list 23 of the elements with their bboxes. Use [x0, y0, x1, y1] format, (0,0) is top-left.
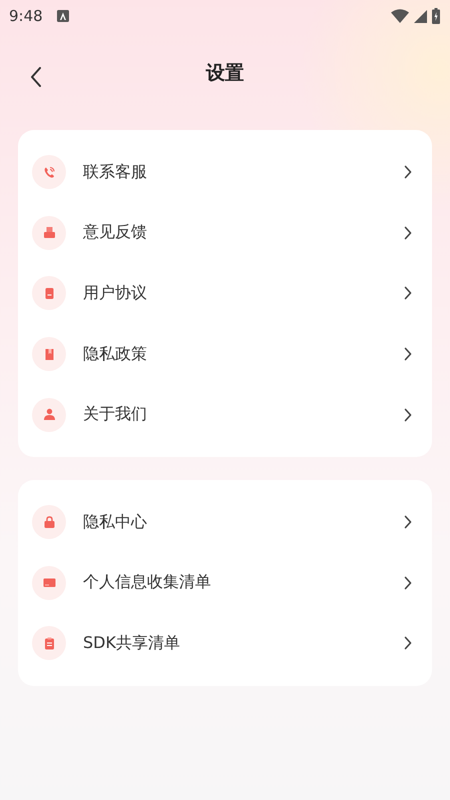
chevron-right-icon: [404, 408, 412, 422]
chevron-right-icon: [404, 576, 412, 590]
settings-item[interactable]: 联系客服: [18, 142, 432, 203]
chevron-right-icon: [404, 347, 412, 362]
signal-icon: [414, 10, 427, 22]
settings-item[interactable]: 关于我们: [18, 384, 432, 445]
chevron-right-icon: [404, 515, 412, 530]
battery-icon: [432, 8, 440, 24]
settings-item[interactable]: 隐私政策: [18, 324, 432, 384]
wifi-icon: [391, 9, 409, 23]
settings-item[interactable]: 隐私中心: [18, 492, 432, 553]
chevron-right-icon: [404, 286, 412, 300]
settings-item[interactable]: 意见反馈: [18, 202, 432, 264]
chevron-right-icon: [404, 165, 412, 180]
page-title: 设置: [206, 61, 244, 86]
back-icon: [30, 67, 42, 87]
chevron-right-icon: [404, 636, 412, 650]
settings-item[interactable]: 用户协议: [18, 263, 432, 324]
status-time: 9:48: [9, 7, 43, 25]
settings-item[interactable]: SDK共享清单: [18, 613, 432, 674]
notification-icon: [56, 10, 69, 22]
chevron-right-icon: [404, 226, 412, 240]
settings-item[interactable]: 个人信息收集清单: [18, 552, 432, 614]
